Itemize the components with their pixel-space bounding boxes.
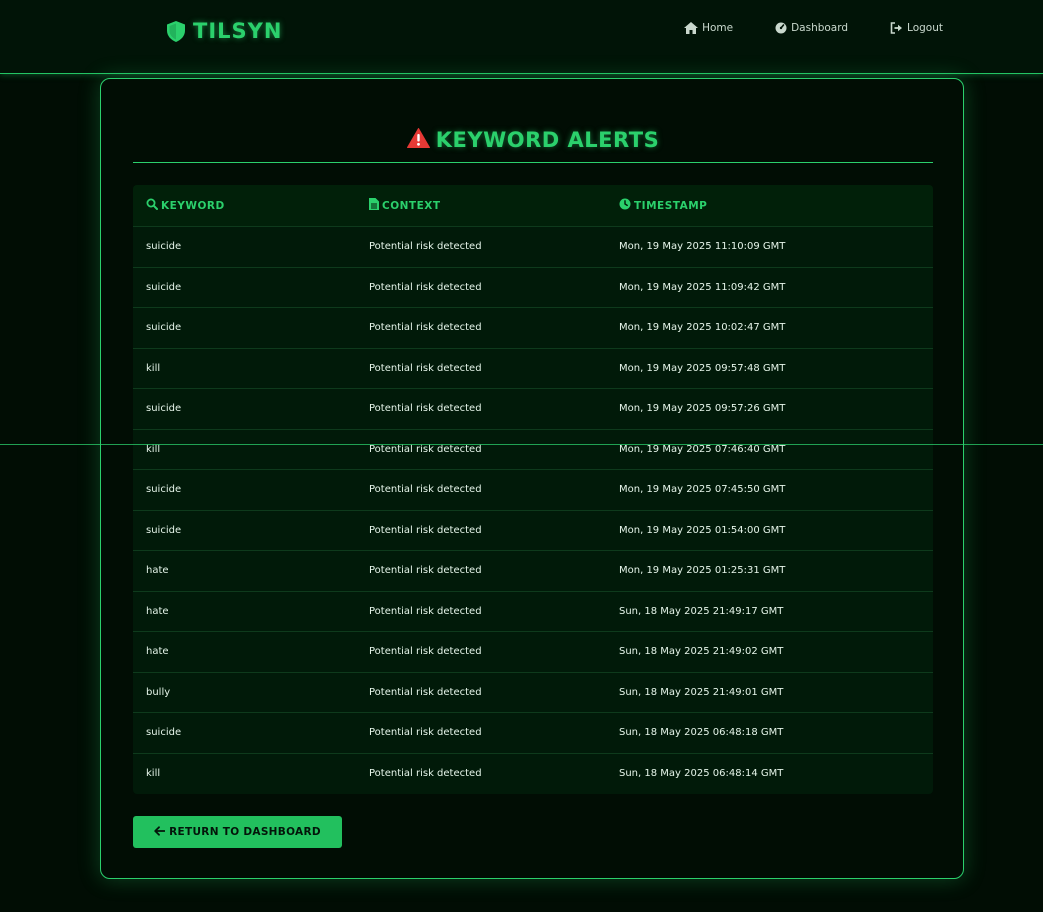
table-row: kill Potential risk detected Sun, 18 May 2… bbox=[133, 754, 933, 795]
context-cell: Potential risk detected bbox=[369, 322, 482, 334]
keyword-cell: bully bbox=[146, 686, 171, 698]
timestamp-cell: Sun, 18 May 2025 21:49:17 GMT bbox=[619, 605, 784, 617]
nav-logout-label: Logout bbox=[907, 22, 943, 34]
context-cell: Potential risk detected bbox=[369, 241, 482, 253]
keyword-cell: suicide bbox=[146, 403, 182, 415]
nav-home[interactable]: Home bbox=[684, 22, 733, 34]
table-row: hate Potential risk detected Mon, 19 May 2… bbox=[133, 551, 933, 592]
timestamp-cell: Mon, 19 May 2025 01:54:00 GMT bbox=[619, 524, 786, 536]
table-row: suicide Potential risk detected Mon, 19 Ma… bbox=[133, 389, 933, 430]
table-row: kill Potential risk detected Mon, 19 May 2… bbox=[133, 349, 933, 389]
keyword-cell: suicide bbox=[146, 727, 182, 739]
table-row: suicide Potential risk detected Mon, 19 Ma… bbox=[133, 268, 933, 308]
search-icon bbox=[146, 198, 158, 213]
context-cell: Potential risk detected bbox=[369, 565, 482, 577]
clock-icon bbox=[619, 198, 631, 213]
keyword-cell: hate bbox=[146, 605, 169, 617]
timestamp-cell: Mon, 19 May 2025 07:46:40 GMT bbox=[619, 443, 786, 455]
context-cell: Potential risk detected bbox=[369, 362, 482, 374]
keyword-cell: kill bbox=[146, 768, 161, 780]
keyword-cell: suicide bbox=[146, 281, 182, 293]
nav-links: Home Dashboard Logout bbox=[684, 22, 943, 34]
table-row: hate Potential risk detected Sun, 18 May 2… bbox=[133, 632, 933, 673]
timestamp-cell: Sun, 18 May 2025 21:49:01 GMT bbox=[619, 686, 784, 698]
header-timestamp-label: TIMESTAMP bbox=[634, 199, 708, 212]
table-body: suicide Potential risk detected Mon, 19 Ma… bbox=[133, 227, 933, 794]
title-divider bbox=[133, 162, 933, 163]
context-cell: Potential risk detected bbox=[369, 403, 482, 415]
context-cell: Potential risk detected bbox=[369, 686, 482, 698]
timestamp-cell: Mon, 19 May 2025 07:45:50 GMT bbox=[619, 484, 786, 496]
return-button-label: RETURN TO DASHBOARD bbox=[169, 826, 321, 838]
return-to-dashboard-button[interactable]: RETURN TO DASHBOARD bbox=[133, 816, 342, 848]
table-row: suicide Potential risk detected Mon, 19 Ma… bbox=[133, 470, 933, 511]
keyword-cell: suicide bbox=[146, 484, 182, 496]
table-row: suicide Potential risk detected Mon, 19 Ma… bbox=[133, 227, 933, 268]
gauge-icon bbox=[775, 22, 787, 34]
logout-icon bbox=[890, 22, 903, 34]
keyword-cell: kill bbox=[146, 443, 161, 455]
scan-line bbox=[0, 444, 1043, 445]
file-icon bbox=[369, 198, 379, 213]
context-cell: Potential risk detected bbox=[369, 281, 482, 293]
table-row: hate Potential risk detected Sun, 18 May 2… bbox=[133, 592, 933, 632]
keyword-cell: suicide bbox=[146, 322, 182, 334]
brand-name: TILSYN bbox=[193, 19, 283, 43]
context-cell: Potential risk detected bbox=[369, 727, 482, 739]
timestamp-cell: Mon, 19 May 2025 01:25:31 GMT bbox=[619, 565, 786, 577]
header-context: CONTEXT bbox=[369, 185, 441, 226]
nav-dashboard[interactable]: Dashboard bbox=[775, 22, 848, 34]
context-cell: Potential risk detected bbox=[369, 443, 482, 455]
header-keyword-label: KEYWORD bbox=[161, 199, 225, 212]
table-row: kill Potential risk detected Mon, 19 May 2… bbox=[133, 430, 933, 470]
timestamp-cell: Mon, 19 May 2025 10:02:47 GMT bbox=[619, 322, 786, 334]
timestamp-cell: Mon, 19 May 2025 09:57:26 GMT bbox=[619, 403, 786, 415]
timestamp-cell: Mon, 19 May 2025 11:09:42 GMT bbox=[619, 281, 786, 293]
keyword-cell: suicide bbox=[146, 241, 182, 253]
home-icon bbox=[684, 22, 699, 34]
nav-logout[interactable]: Logout bbox=[890, 22, 943, 34]
warning-icon bbox=[406, 127, 430, 153]
header-timestamp: TIMESTAMP bbox=[619, 185, 707, 226]
page-title-text: KEYWORD ALERTS bbox=[435, 128, 660, 152]
table-row: bully Potential risk detected Sun, 18 May … bbox=[133, 673, 933, 713]
keyword-cell: suicide bbox=[146, 524, 182, 536]
keyword-cell: hate bbox=[146, 646, 169, 658]
context-cell: Potential risk detected bbox=[369, 605, 482, 617]
context-cell: Potential risk detected bbox=[369, 768, 482, 780]
context-cell: Potential risk detected bbox=[369, 484, 482, 496]
nav-home-label: Home bbox=[702, 22, 734, 34]
page-title: KEYWORD ALERTS bbox=[133, 125, 933, 155]
table-header-row: KEYWORD CONTEXT TIMESTAMP bbox=[133, 185, 933, 227]
keyword-cell: kill bbox=[146, 362, 161, 374]
top-navbar: TILSYN Home Dashboard Logout bbox=[0, 0, 1043, 74]
timestamp-cell: Sun, 18 May 2025 21:49:02 GMT bbox=[619, 646, 784, 658]
nav-dashboard-label: Dashboard bbox=[791, 22, 849, 34]
header-keyword: KEYWORD bbox=[146, 185, 225, 226]
timestamp-cell: Mon, 19 May 2025 11:10:09 GMT bbox=[619, 241, 786, 253]
alerts-table: KEYWORD CONTEXT TIMESTAMP suicide Potenti… bbox=[133, 185, 933, 794]
timestamp-cell: Sun, 18 May 2025 06:48:18 GMT bbox=[619, 727, 784, 739]
header-context-label: CONTEXT bbox=[382, 199, 441, 212]
table-row: suicide Potential risk detected Mon, 19 Ma… bbox=[133, 511, 933, 551]
shield-icon bbox=[167, 20, 185, 42]
brand-logo[interactable]: TILSYN bbox=[167, 18, 282, 44]
context-cell: Potential risk detected bbox=[369, 646, 482, 658]
alerts-card: KEYWORD ALERTS KEYWORD CONTEXT TIMESTAMP… bbox=[100, 78, 964, 879]
timestamp-cell: Mon, 19 May 2025 09:57:48 GMT bbox=[619, 362, 786, 374]
table-row: suicide Potential risk detected Sun, 18 Ma… bbox=[133, 713, 933, 754]
timestamp-cell: Sun, 18 May 2025 06:48:14 GMT bbox=[619, 768, 784, 780]
keyword-cell: hate bbox=[146, 565, 169, 577]
table-row: suicide Potential risk detected Mon, 19 Ma… bbox=[133, 308, 933, 349]
context-cell: Potential risk detected bbox=[369, 524, 482, 536]
arrow-left-icon bbox=[154, 825, 166, 839]
